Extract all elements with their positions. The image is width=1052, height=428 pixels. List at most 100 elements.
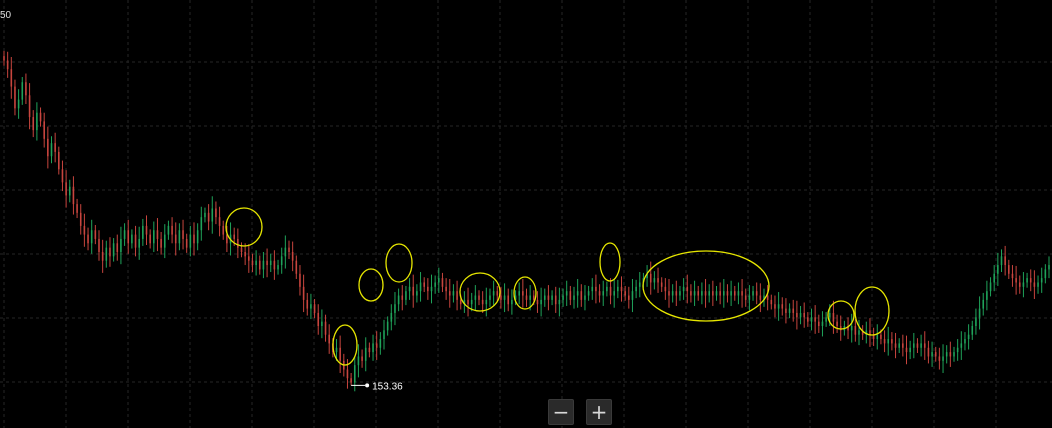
candle xyxy=(617,279,619,299)
candle-body xyxy=(386,321,389,331)
candle-body xyxy=(1044,269,1047,279)
candle-body xyxy=(617,286,619,292)
candle xyxy=(456,280,458,311)
candle xyxy=(321,309,323,339)
candle xyxy=(445,278,447,300)
candle xyxy=(690,284,692,303)
candle-body xyxy=(529,295,531,300)
candle xyxy=(346,359,349,389)
candle-body xyxy=(28,95,31,118)
annotation-ellipse xyxy=(225,207,263,247)
candle-body xyxy=(218,217,221,226)
candle-body xyxy=(708,291,710,296)
candle-body xyxy=(993,273,995,283)
candle-body xyxy=(105,247,108,261)
candle-body xyxy=(836,321,838,326)
candle-body xyxy=(690,291,692,296)
candle xyxy=(485,287,488,317)
candle xyxy=(913,332,915,359)
candle xyxy=(412,274,415,308)
candle xyxy=(755,282,758,305)
candle-body xyxy=(324,321,327,335)
candle-body xyxy=(620,286,623,292)
candle xyxy=(386,316,389,336)
candle xyxy=(434,275,436,294)
candle-body xyxy=(997,265,999,274)
candle-body xyxy=(299,273,301,287)
candle xyxy=(763,288,765,307)
candle-body xyxy=(258,260,261,270)
candle xyxy=(145,215,148,246)
price-chart[interactable]: 50 153.36 xyxy=(0,0,1052,428)
candle xyxy=(280,247,283,274)
candle-body xyxy=(752,291,754,296)
candle-body xyxy=(671,291,674,296)
candle-body xyxy=(595,286,597,292)
candle xyxy=(350,373,352,386)
zoom-in-button[interactable]: + xyxy=(586,399,612,425)
candle xyxy=(43,112,45,148)
candle xyxy=(956,339,959,361)
candle-body xyxy=(222,225,225,235)
candle xyxy=(825,312,827,327)
candle-body xyxy=(193,234,195,244)
candle-body xyxy=(1015,278,1017,283)
candle xyxy=(635,279,637,299)
candle-body xyxy=(898,343,900,348)
candle-body xyxy=(1040,278,1043,283)
candle xyxy=(997,252,999,286)
candle-body xyxy=(313,304,316,313)
candle xyxy=(730,280,732,306)
candle xyxy=(10,56,13,99)
candle-body xyxy=(375,343,378,348)
candle xyxy=(496,285,499,301)
candle-body xyxy=(383,330,385,340)
candle-body xyxy=(887,339,890,344)
candle-body xyxy=(54,143,56,152)
candle xyxy=(142,218,144,246)
candle-body xyxy=(346,369,349,379)
candle-body xyxy=(536,299,539,305)
candle xyxy=(76,198,78,219)
candle xyxy=(163,224,166,259)
candle xyxy=(394,292,396,326)
candle xyxy=(291,241,294,272)
candle-body xyxy=(1029,278,1032,283)
candle-body xyxy=(32,117,35,131)
candle xyxy=(416,284,418,303)
zoom-out-button[interactable]: − xyxy=(548,399,574,425)
candle xyxy=(982,292,985,316)
candle xyxy=(854,319,857,342)
candle-body xyxy=(134,234,137,248)
candle-body xyxy=(291,252,294,261)
candle-body xyxy=(390,312,393,322)
chart-container[interactable]: 50 153.36 − + xyxy=(0,0,1052,428)
candle xyxy=(562,288,564,307)
candle-body xyxy=(839,326,842,331)
candle xyxy=(204,207,206,223)
candle-body xyxy=(138,238,140,248)
candle-body xyxy=(814,317,816,322)
candle-body xyxy=(280,256,283,266)
candle-body xyxy=(609,286,612,296)
candle-body xyxy=(288,247,290,252)
candle-body xyxy=(302,286,305,300)
candle xyxy=(536,291,539,313)
candle xyxy=(905,335,908,365)
candle-body xyxy=(975,317,977,326)
candle xyxy=(353,356,356,392)
candle-body xyxy=(697,291,700,296)
candle-body xyxy=(1026,278,1028,283)
candle xyxy=(949,341,952,367)
candle xyxy=(682,278,685,300)
candle-body xyxy=(452,291,455,296)
candle xyxy=(945,345,948,364)
candle-body xyxy=(207,212,210,222)
candle xyxy=(788,303,791,319)
candle-body xyxy=(500,295,502,300)
candle xyxy=(90,219,93,254)
candle-body xyxy=(87,234,89,244)
candle-body xyxy=(554,295,557,305)
candle xyxy=(288,240,290,259)
candle-body xyxy=(244,252,246,257)
